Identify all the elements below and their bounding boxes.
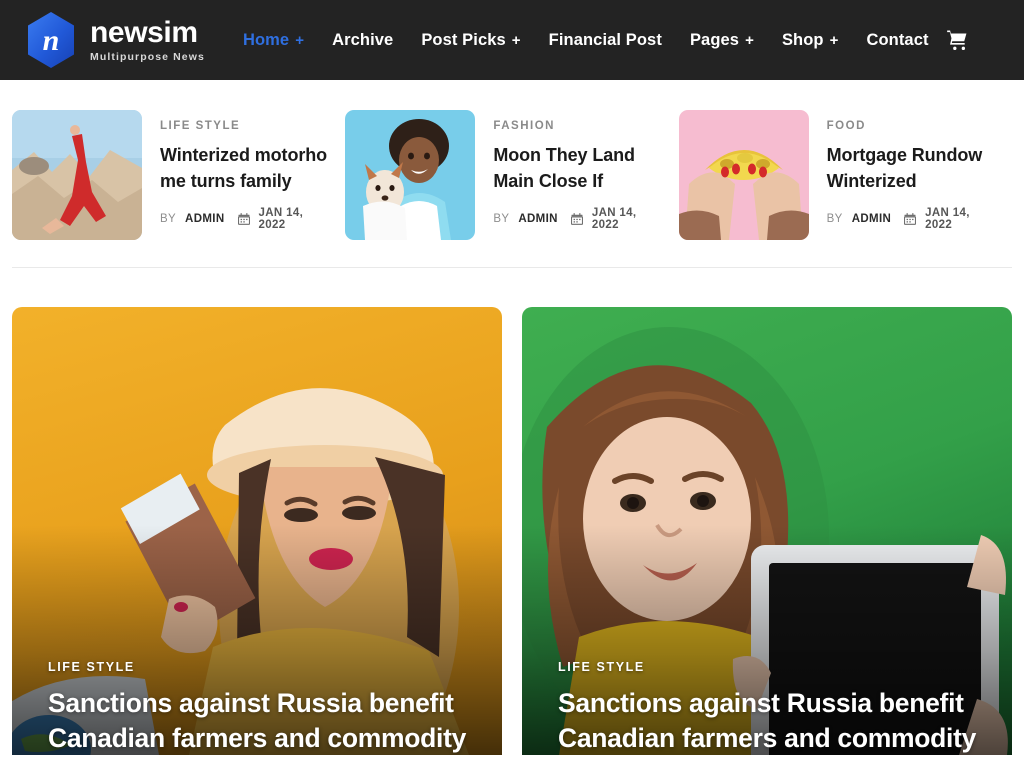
calendar-icon (904, 213, 917, 225)
post-title[interactable]: Moon They Land Main Close If (493, 143, 662, 194)
post-title[interactable]: Winterized motorho me turns family (160, 143, 329, 194)
site-header: n newsim Multipurpose News Home + Archiv… (0, 0, 1024, 80)
post-body: FOOD Mortgage Rundow Winterized BY ADMIN… (827, 110, 996, 240)
nav-item-archive[interactable]: Archive (318, 23, 407, 58)
svg-text:n: n (43, 24, 60, 57)
post-meta: BY ADMIN JAN 14, 2022 (160, 207, 329, 231)
hero-content: LIFE STYLE Sanctions against Russia bene… (558, 660, 986, 755)
calendar-icon (237, 213, 250, 225)
post-meta: BY ADMIN JAN 14, 2022 (493, 207, 662, 231)
by-label: BY (826, 213, 843, 226)
site-logo[interactable]: n newsim Multipurpose News (24, 10, 205, 70)
post-author[interactable]: ADMIN (518, 213, 557, 225)
post-author[interactable]: ADMIN (852, 213, 891, 225)
plus-icon: + (511, 31, 521, 49)
nav-item-contact[interactable]: Contact (852, 23, 942, 58)
hero-post-title[interactable]: Sanctions against Russia benefit Canadia… (48, 686, 476, 755)
post-date: JAN 14, 2022 (591, 207, 637, 232)
hero-post-title[interactable]: Sanctions against Russia benefit Canadia… (558, 686, 986, 755)
post-thumbnail[interactable] (678, 110, 809, 240)
plus-icon: + (745, 31, 754, 49)
plus-icon: + (829, 31, 839, 49)
shopping-cart-icon[interactable] (943, 25, 973, 55)
calendar-icon (570, 213, 583, 225)
hexagon-n-logo-icon: n (24, 10, 78, 70)
hero-content: LIFE STYLE Sanctions against Russia bene… (48, 660, 476, 755)
plus-icon: + (295, 31, 305, 49)
header-actions (943, 25, 1021, 55)
post-title[interactable]: Mortgage Rundow Winterized (827, 143, 996, 194)
post-date: JAN 14, 2022 (258, 207, 304, 232)
nav-item-label: Pages (689, 30, 740, 49)
post-category[interactable]: LIFE STYLE (160, 120, 329, 132)
hero-post-category[interactable]: LIFE STYLE (48, 660, 476, 674)
hero-post-category[interactable]: LIFE STYLE (558, 660, 986, 674)
nav-item-shop[interactable]: Shop + (768, 23, 853, 58)
nav-item-label: Financial Post (548, 30, 662, 49)
nav-item-label: Archive (332, 30, 394, 49)
mini-post-item[interactable]: FASHION Moon They Land Main Close If BY … (345, 110, 678, 240)
hero-post-card[interactable]: LIFE STYLE Sanctions against Russia bene… (12, 307, 502, 755)
nav-item-pages[interactable]: Pages + (676, 23, 768, 58)
post-date: JAN 14, 2022 (925, 207, 970, 232)
hero-posts-grid: LIFE STYLE Sanctions against Russia bene… (0, 268, 1024, 755)
nav-item-post-picks[interactable]: Post Picks + (407, 23, 534, 58)
featured-posts-strip: LIFE STYLE Winterized motorho me turns f… (0, 80, 1024, 240)
post-body: LIFE STYLE Winterized motorho me turns f… (160, 110, 329, 240)
brand-tagline: Multipurpose News (90, 50, 205, 63)
nav-item-label: Contact (866, 30, 929, 49)
hero-post-card[interactable]: LIFE STYLE Sanctions against Russia bene… (522, 307, 1012, 755)
by-label: BY (493, 213, 510, 226)
post-category[interactable]: FOOD (827, 120, 996, 132)
mini-post-item[interactable]: FOOD Mortgage Rundow Winterized BY ADMIN… (678, 110, 1012, 240)
nav-item-label: Shop (781, 30, 824, 49)
nav-item-label: Home (242, 30, 290, 49)
brand-name: newsim (90, 16, 198, 50)
post-thumbnail[interactable] (12, 110, 142, 240)
post-thumbnail[interactable] (345, 110, 476, 240)
by-label: BY (160, 213, 177, 226)
post-author[interactable]: ADMIN (185, 213, 224, 225)
post-meta: BY ADMIN JAN 14, 2022 (827, 207, 996, 231)
post-body: FASHION Moon They Land Main Close If BY … (493, 110, 662, 240)
mini-post-item[interactable]: LIFE STYLE Winterized motorho me turns f… (12, 110, 345, 240)
main-navigation: Home + Archive Post Picks + Financial Po… (229, 23, 943, 58)
post-category[interactable]: FASHION (493, 120, 662, 132)
nav-item-label: Post Picks (421, 30, 506, 49)
nav-item-financial-post[interactable]: Financial Post (535, 23, 676, 58)
nav-item-home[interactable]: Home + (229, 23, 318, 58)
